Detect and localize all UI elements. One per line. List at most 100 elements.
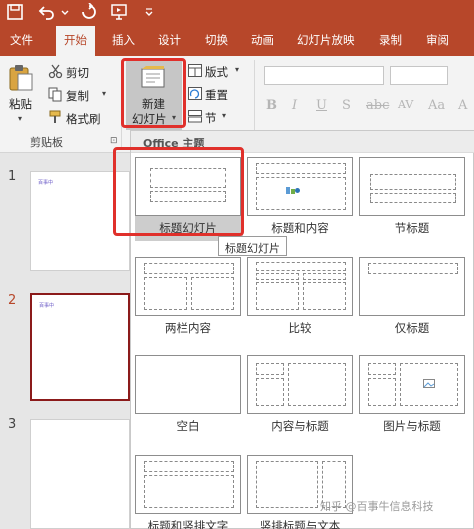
undo-dropdown-icon[interactable] <box>56 3 69 21</box>
layout-dropdown-icon[interactable]: ▾ <box>235 65 239 74</box>
copy-icon <box>48 87 63 102</box>
layout-label: 比较 <box>288 321 312 335</box>
layout-section-header[interactable]: 节标题 <box>359 157 467 241</box>
content-placeholder <box>303 282 346 310</box>
layout-thumbnail <box>247 257 353 316</box>
underline-icon[interactable]: U <box>316 98 327 113</box>
layout-two-content[interactable]: 两栏内容 <box>135 257 243 341</box>
content-placeholder <box>144 277 187 310</box>
title-placeholder <box>144 263 234 274</box>
title-placeholder <box>256 163 346 174</box>
layout-picture-with-caption[interactable]: 图片与标题 <box>359 355 467 439</box>
title-placeholder <box>256 363 284 375</box>
slide-thumbnail-text: 百事中 <box>38 180 54 186</box>
layout-blank[interactable]: 空白 <box>135 355 243 439</box>
copy-dropdown-icon[interactable]: ▾ <box>102 89 106 98</box>
new-slide-highlight <box>121 58 186 128</box>
layout-label: 图片与标题 <box>383 419 441 433</box>
layout-thumbnail <box>135 257 241 316</box>
clipboard-launcher-icon[interactable]: ⊡ <box>110 136 118 146</box>
format-painter-button[interactable]: 格式刷 <box>66 111 101 127</box>
content-placeholder <box>256 282 299 310</box>
paste-dropdown-icon[interactable]: ▾ <box>18 114 22 123</box>
layout-vertical-title-text[interactable]: 竖排标题与文本 <box>247 455 355 529</box>
layout-tooltip: 标题幻灯片 <box>218 236 287 256</box>
tab-review[interactable]: 审阅 <box>426 32 449 48</box>
section-button[interactable]: 节 <box>205 110 217 126</box>
layout-button[interactable]: 版式 <box>205 64 228 80</box>
layout-icon <box>188 64 202 77</box>
section-dropdown-icon[interactable]: ▾ <box>222 111 226 120</box>
layout-comparison[interactable]: 比较 <box>247 257 355 341</box>
font-name-combobox[interactable] <box>264 66 384 85</box>
reset-icon <box>188 87 202 100</box>
content-placeholder <box>191 277 234 310</box>
customize-toolbar-icon[interactable] <box>140 3 153 21</box>
title-placeholder <box>256 262 346 271</box>
layout-thumbnail <box>359 355 465 414</box>
undo-icon[interactable] <box>38 3 56 21</box>
paste-button[interactable]: 粘贴 <box>9 96 32 112</box>
title-bar <box>0 0 474 26</box>
tab-insert[interactable]: 插入 <box>112 32 135 48</box>
tab-transitions[interactable]: 切换 <box>205 32 228 48</box>
text-placeholder <box>370 193 456 203</box>
start-slideshow-icon[interactable] <box>110 3 128 21</box>
text-placeholder <box>368 378 396 406</box>
reset-button[interactable]: 重置 <box>205 87 228 103</box>
tab-file[interactable]: 文件 <box>10 32 33 48</box>
format-painter-icon <box>48 110 63 125</box>
heading-placeholder <box>303 273 346 280</box>
save-icon[interactable] <box>6 3 24 21</box>
slide-number: 2 <box>8 293 17 308</box>
title-slide-highlight <box>113 147 244 236</box>
copy-button[interactable]: 复制 <box>66 88 89 104</box>
content-placeholder <box>256 177 346 210</box>
layout-label: 标题和竖排文字 <box>147 519 229 529</box>
strikethrough-icon[interactable]: S <box>342 98 351 113</box>
content-icons <box>286 187 300 194</box>
layout-label: 竖排标题与文本 <box>259 519 341 529</box>
tab-slideshow[interactable]: 幻灯片放映 <box>297 32 355 48</box>
title-placeholder <box>144 461 234 472</box>
font-size-combobox[interactable] <box>390 66 448 85</box>
redo-icon[interactable] <box>80 2 98 21</box>
cut-button[interactable]: 剪切 <box>66 65 89 81</box>
layout-title-vertical-text[interactable]: 标题和竖排文字 <box>135 455 243 529</box>
layout-thumbnail <box>135 455 241 514</box>
slide-thumbnail-text: 百事中 <box>39 303 55 309</box>
tab-record[interactable]: 录制 <box>379 32 402 48</box>
layout-thumbnail <box>359 157 465 216</box>
layout-label: 节标题 <box>394 221 430 235</box>
text-shadow-icon[interactable]: abc <box>366 98 389 113</box>
layout-label: 两栏内容 <box>165 321 211 335</box>
section-icon <box>188 110 202 123</box>
layout-thumbnail <box>135 355 241 414</box>
layout-title-content[interactable]: 标题和内容 <box>247 157 355 241</box>
layout-label: 标题和内容 <box>271 221 329 235</box>
layout-label: 空白 <box>176 419 200 433</box>
title-placeholder <box>368 363 396 375</box>
vertical-text-placeholder <box>256 461 318 508</box>
font-color-icon[interactable]: A <box>458 98 467 113</box>
title-placeholder <box>368 263 458 274</box>
vertical-text-placeholder <box>144 475 234 508</box>
layout-label: 内容与标题 <box>271 419 329 433</box>
content-placeholder <box>288 363 346 406</box>
layout-title-only[interactable]: 仅标题 <box>359 257 467 341</box>
watermark: 知乎 @百事牛信息科技 <box>320 500 434 513</box>
paste-icon[interactable] <box>8 64 34 92</box>
bold-icon[interactable]: B <box>266 98 277 113</box>
slide-thumbnail-selected[interactable]: 百事中 <box>30 293 130 401</box>
heading-placeholder <box>256 273 299 280</box>
clipboard-group-label: 剪贴板 <box>30 136 63 149</box>
italic-icon[interactable]: I <box>292 98 297 113</box>
title-placeholder <box>370 174 456 190</box>
layout-content-with-caption[interactable]: 内容与标题 <box>247 355 355 439</box>
tab-animations[interactable]: 动画 <box>251 32 274 48</box>
character-spacing-icon[interactable]: AV <box>398 98 413 111</box>
tab-home[interactable]: 开始 <box>56 26 95 56</box>
slide-thumbnail[interactable] <box>30 419 130 529</box>
tab-design[interactable]: 设计 <box>158 32 181 48</box>
change-case-icon[interactable]: Aa <box>428 98 445 113</box>
